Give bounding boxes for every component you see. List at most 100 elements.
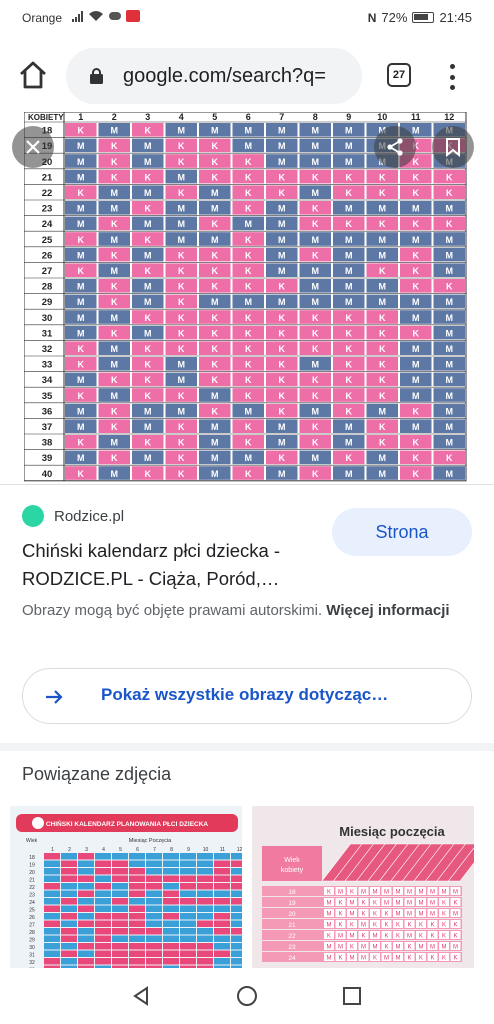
age-label: 31	[42, 328, 53, 339]
cell-letter: K	[413, 219, 420, 229]
thumb2-age: 21	[288, 922, 296, 929]
address-bar[interactable]: google.com/search?q=	[66, 48, 362, 104]
thumb2-cell-letter: K	[442, 912, 446, 918]
header-label: KOBIETY	[28, 113, 64, 122]
image-title-link[interactable]: Chiński kalendarz płci dziecka - RODZICE…	[22, 537, 322, 593]
cell-letter: M	[345, 438, 353, 448]
thumb1-cell	[78, 868, 94, 875]
month-header: 6	[246, 112, 251, 122]
thumb1-month: 7	[153, 847, 156, 853]
thumb1-cell	[180, 868, 196, 875]
cell-letter: M	[278, 438, 286, 448]
cell-letter: K	[279, 328, 286, 338]
cell-letter: M	[446, 328, 454, 338]
thumb1-cell	[44, 920, 60, 927]
home-icon[interactable]	[18, 60, 48, 90]
cell-letter: K	[212, 360, 219, 370]
thumb1-cell	[61, 928, 77, 935]
back-icon[interactable]	[130, 985, 152, 1007]
gender-calendar-image: KOBIETY12345678910111218KMKMMMMMMMMM19MK…	[24, 112, 467, 482]
cell-letter: M	[111, 266, 119, 276]
thumb1-cell	[214, 883, 230, 890]
source-site[interactable]: Rodzice.pl	[22, 505, 124, 527]
cell-letter: K	[312, 375, 319, 385]
more-info-link[interactable]: Więcej informacji	[326, 602, 449, 619]
thumb1-cell	[61, 853, 77, 860]
cell-letter: M	[211, 391, 219, 401]
tab-switcher-icon[interactable]: 27	[387, 63, 411, 87]
thumb2-cell-letter: M	[350, 912, 355, 918]
thumb1-cell	[180, 935, 196, 942]
cell-letter: M	[379, 235, 387, 245]
cell-letter: M	[278, 235, 286, 245]
thumb1-cell	[78, 935, 94, 942]
thumb1-cell	[231, 950, 242, 957]
cell-letter: K	[212, 406, 219, 416]
cell-letter: M	[446, 438, 454, 448]
thumb1-cell	[231, 958, 242, 965]
app-notification-icon	[126, 10, 140, 22]
thumb1-cell	[78, 898, 94, 905]
image-preview[interactable]: KOBIETY12345678910111218KMKMMMMMMMMM19MK…	[0, 112, 494, 484]
thumb2-cell-letter: M	[453, 945, 458, 951]
cell-letter: M	[77, 282, 85, 292]
thumb1-cell	[112, 853, 128, 860]
cell-letter: K	[178, 469, 185, 479]
cell-letter: M	[379, 469, 387, 479]
cell-letter: M	[77, 250, 85, 260]
close-icon[interactable]	[12, 126, 54, 168]
thumb1-cell	[44, 950, 60, 957]
thumb2-cell-letter: M	[430, 890, 435, 896]
thumb1-cell	[129, 958, 145, 965]
cell-letter: K	[145, 266, 152, 276]
cell-letter: K	[212, 282, 219, 292]
cell-letter: K	[78, 126, 85, 136]
cell-letter: M	[412, 375, 420, 385]
cell-letter: K	[413, 469, 420, 479]
cell-letter: K	[312, 422, 319, 432]
thumb2-cell-letter: M	[361, 923, 366, 929]
thumb1-cell	[129, 860, 145, 867]
thumb2-cell-letter: K	[453, 923, 457, 929]
thumb1-cell	[231, 853, 242, 860]
cell-letter: M	[211, 297, 219, 307]
cell-letter: M	[245, 406, 253, 416]
thumb1-cell	[112, 958, 128, 965]
home-nav-icon[interactable]	[236, 985, 258, 1007]
show-all-images-button[interactable]: Pokaż wszystkie obrazy dotycząc…	[22, 668, 472, 724]
thumb2-age: 23	[288, 944, 296, 951]
thumb1-cell	[61, 905, 77, 912]
cell-letter: K	[212, 157, 219, 167]
thumb1-cell	[61, 898, 77, 905]
cell-letter: K	[379, 266, 386, 276]
visit-page-button[interactable]: Strona	[332, 508, 472, 556]
thumb2-cell-letter: K	[430, 956, 434, 962]
thumb2-cell-letter: M	[407, 912, 412, 918]
related-image-2[interactable]: Miesiąc poczęcia Wiek kobiety 18 K M K M M M M M M M M…	[252, 806, 474, 968]
thumb1-cell	[129, 928, 145, 935]
related-image-1[interactable]: CHIŃSKI KALENDARZ PLANOWANIA PŁCI DZIECK…	[10, 806, 242, 968]
more-vert-icon[interactable]	[448, 64, 456, 90]
recents-icon[interactable]	[341, 985, 363, 1007]
cell-letter: K	[245, 313, 252, 323]
cell-letter: K	[279, 406, 286, 416]
thumb2-cell-letter: K	[338, 956, 342, 962]
cell-letter: K	[111, 406, 118, 416]
thumb1-cell	[197, 883, 213, 890]
cell-letter: K	[145, 235, 152, 245]
cell-letter: K	[279, 282, 286, 292]
thumb1-cell	[231, 920, 242, 927]
bookmark-icon[interactable]	[432, 126, 474, 168]
cell-letter: K	[145, 313, 152, 323]
thumb2-cell-letter: M	[361, 890, 366, 896]
thumb2-cell-letter: M	[396, 901, 401, 907]
share-icon[interactable]	[374, 126, 416, 168]
thumb2-cell-letter: K	[407, 956, 411, 962]
thumb1-cell	[163, 935, 179, 942]
cell-letter: M	[111, 360, 119, 370]
cell-letter: K	[78, 438, 85, 448]
cell-letter: M	[211, 126, 219, 136]
cloud-icon	[109, 12, 121, 20]
thumb2-cell-letter: M	[338, 934, 343, 940]
cell-letter: M	[446, 266, 454, 276]
